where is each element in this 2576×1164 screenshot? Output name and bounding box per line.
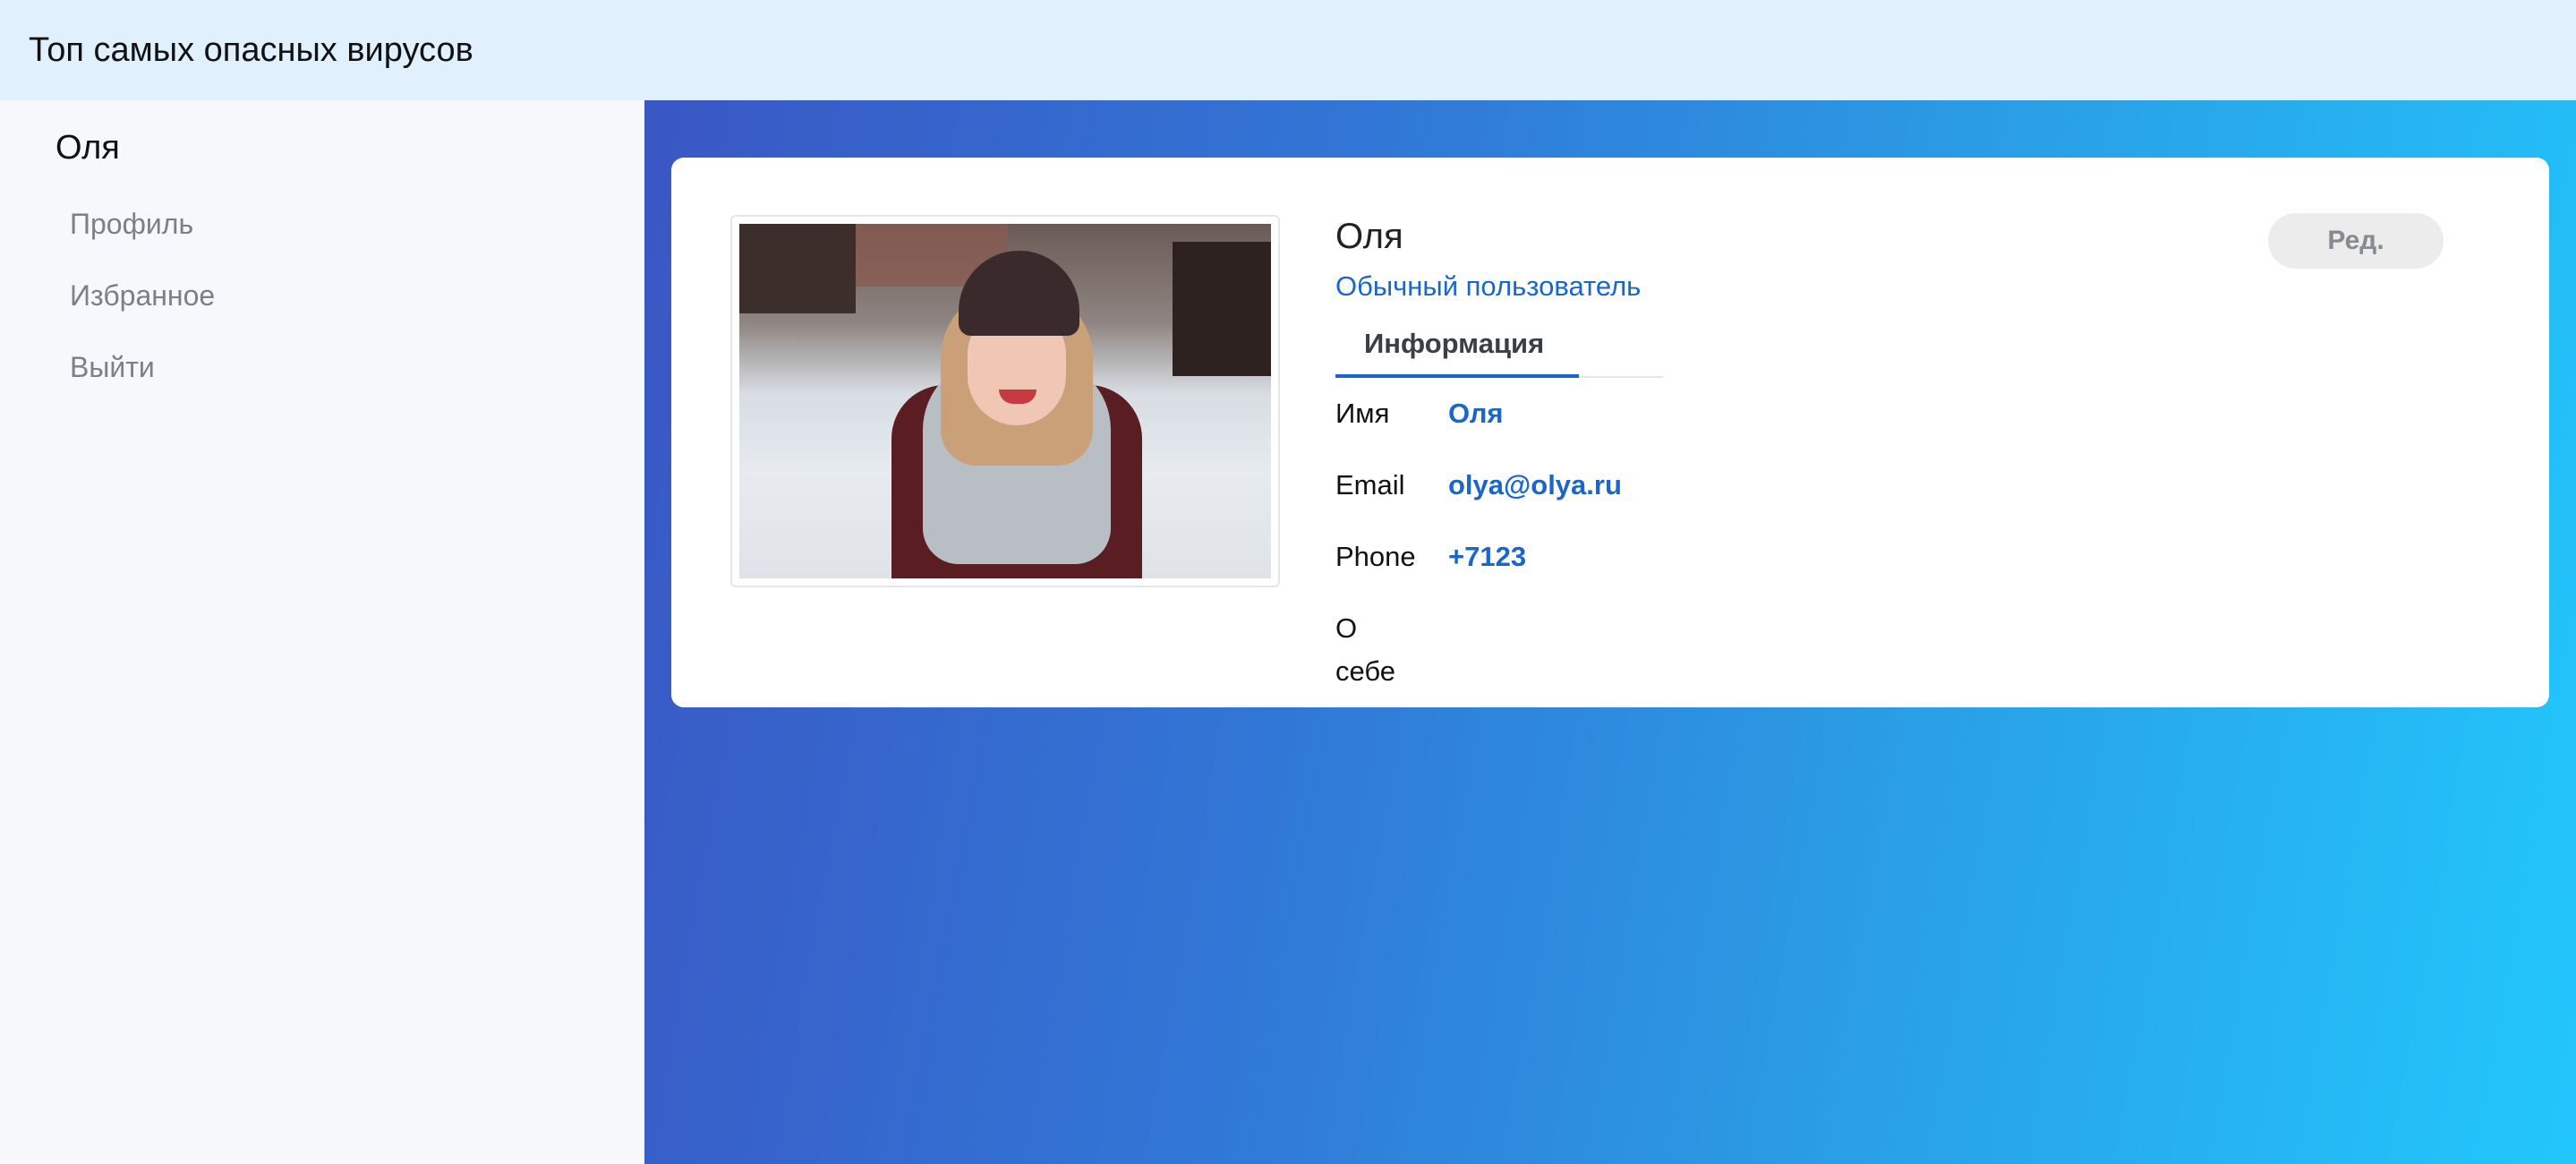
- edit-button[interactable]: Ред.: [2268, 213, 2444, 269]
- profile-photo: [739, 224, 1271, 578]
- profile-name: Оля: [1335, 217, 1403, 256]
- sidebar-item-favorites[interactable]: Избранное: [70, 272, 215, 344]
- field-row-phone: Phone +7123: [1335, 535, 1663, 607]
- profile-photo-frame: [730, 215, 1280, 587]
- profile-fields: Имя Оля Email olya@olya.ru Phone +7123 О…: [1335, 392, 1663, 687]
- app-title[interactable]: Топ самых опасных вирусов: [29, 31, 473, 70]
- main-content: Оля Обычный пользователь Информация Имя …: [644, 100, 2576, 1164]
- field-label-about: О себе: [1335, 612, 1396, 687]
- field-value-phone: +7123: [1448, 541, 1527, 572]
- profile-tabs: Информация: [1335, 319, 1663, 378]
- profile-info: Оля Обычный пользователь Информация Имя …: [1335, 213, 1663, 687]
- sidebar-item-logout[interactable]: Выйти: [70, 344, 215, 415]
- sidebar-user-name: Оля: [55, 129, 120, 167]
- field-value-name: Оля: [1448, 398, 1504, 429]
- field-label-name: Имя: [1335, 398, 1390, 429]
- profile-role: Обычный пользователь: [1335, 270, 1642, 302]
- field-row-email: Email olya@olya.ru: [1335, 464, 1663, 535]
- field-value-email: olya@olya.ru: [1448, 469, 1622, 501]
- profile-card: Оля Обычный пользователь Информация Имя …: [671, 158, 2549, 707]
- field-row-about: О себе: [1335, 607, 1663, 687]
- tab-information[interactable]: Информация: [1335, 319, 1579, 378]
- sidebar-item-profile[interactable]: Профиль: [70, 201, 215, 272]
- sidebar-menu: Профиль Избранное Выйти: [70, 201, 215, 415]
- sidebar: Оля Профиль Избранное Выйти: [0, 100, 644, 1164]
- field-row-name: Имя Оля: [1335, 392, 1663, 464]
- field-label-phone: Phone: [1335, 541, 1416, 572]
- app-header: Топ самых опасных вирусов: [0, 0, 2576, 100]
- field-label-email: Email: [1335, 469, 1405, 501]
